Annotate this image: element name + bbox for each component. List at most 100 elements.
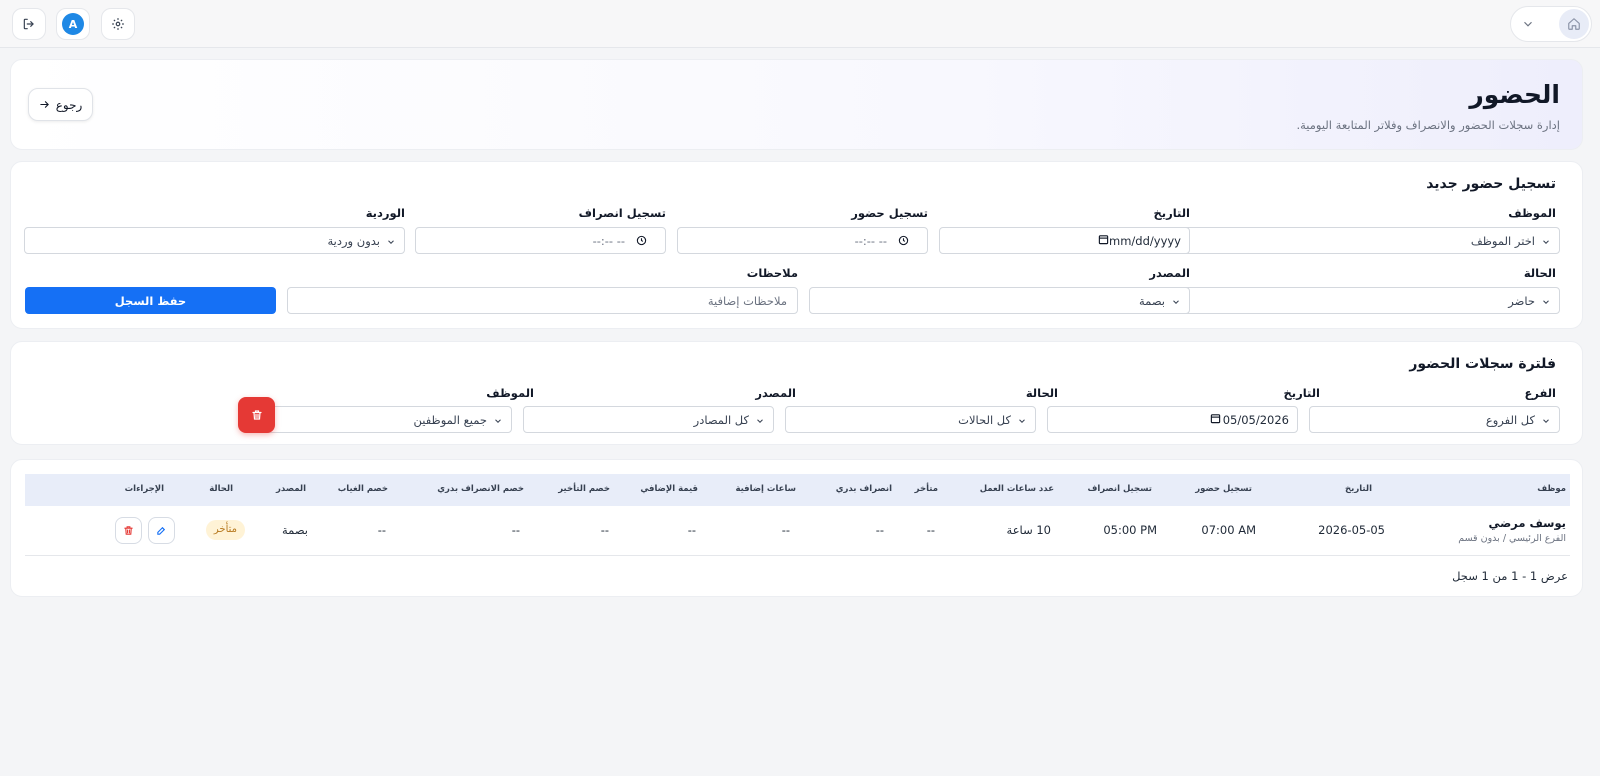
cell-work-hours: 10 ساعة <box>1006 523 1051 537</box>
filters-card: فلترة سجلات الحضور الفرع التاريخ الحالة … <box>10 341 1583 445</box>
edit-icon <box>157 526 166 535</box>
col-check-out: تسجيل انصراف <box>1087 484 1152 494</box>
employee-name: يوسف مرضي <box>1488 516 1566 530</box>
col-source: المصدر <box>276 484 306 494</box>
cell-date: 2026-05-05 <box>1318 523 1385 537</box>
cell-late: -- <box>926 523 935 537</box>
trash-icon <box>124 526 133 535</box>
status-filter-select[interactable]: كل الحالات <box>785 406 1036 433</box>
cell-check-out: 05:00 PM <box>1103 523 1157 537</box>
chevron-down-icon <box>495 419 501 423</box>
check-in-input[interactable]: --:-- -- <box>677 227 928 254</box>
col-date: التاريخ <box>1345 484 1372 494</box>
employee-filter-select[interactable]: جميع الموظفين <box>261 406 512 433</box>
edit-button[interactable] <box>148 517 175 544</box>
cell-overtime-hours: -- <box>781 523 790 537</box>
source-select[interactable]: بصمة <box>809 287 1190 314</box>
col-late-deduction: خصم التأخير <box>558 484 610 494</box>
back-label: رجوع <box>55 97 83 112</box>
arrow-right-icon <box>40 101 49 108</box>
section-title: فلترة سجلات الحضور <box>1409 356 1556 372</box>
table-row: يوسف مرضي الفرع الرئيسي / بدون قسم 2026-… <box>25 506 1570 556</box>
check-out-label: تسجيل انصراف <box>578 206 666 220</box>
col-employee: موظف <box>1537 484 1566 494</box>
clock-icon <box>636 235 647 246</box>
status-label: الحالة <box>1523 266 1556 280</box>
col-overtime-value: قيمة الإضافي <box>640 484 698 494</box>
col-overtime-hours: ساعات إضافية <box>735 484 796 494</box>
logout-icon <box>23 18 34 30</box>
table-header: موظف التاريخ تسجيل حضور تسجيل انصراف عدد… <box>25 474 1570 506</box>
delete-button[interactable] <box>115 517 142 544</box>
settings-button[interactable] <box>101 8 135 40</box>
records-table-card: موظف التاريخ تسجيل حضور تسجيل انصراف عدد… <box>10 459 1583 597</box>
home-icon <box>1568 18 1580 30</box>
branch-filter-label: الفرع <box>1524 386 1556 400</box>
date-filter-input[interactable]: 05/05/2026 <box>1047 406 1298 433</box>
col-work-hours: عدد ساعات العمل <box>979 484 1054 494</box>
cell-early-leave-deduction: -- <box>511 523 520 537</box>
back-button[interactable]: رجوع <box>28 88 93 121</box>
chevron-down-icon <box>1173 300 1179 304</box>
status-select[interactable]: حاضر <box>1179 287 1560 314</box>
logout-button[interactable] <box>12 8 46 40</box>
cell-early-leave: -- <box>875 523 884 537</box>
col-early-leave: انصراف بدري <box>835 484 892 494</box>
shift-select[interactable]: بدون وردية <box>24 227 405 254</box>
clock-icon <box>898 235 909 246</box>
notes-label: ملاحظات <box>746 266 798 280</box>
check-in-label: تسجيل حضور <box>851 206 928 220</box>
chevron-down-icon <box>1543 419 1549 423</box>
date-label: التاريخ <box>1153 206 1191 220</box>
employee-label: الموظف <box>1508 206 1556 220</box>
chevron-down-icon <box>1019 419 1025 423</box>
col-check-in: تسجيل حضور <box>1195 484 1252 494</box>
employee-department: الفرع الرئيسي / بدون قسم <box>1458 533 1566 544</box>
col-status: الحالة <box>209 484 233 494</box>
calendar-icon <box>1098 235 1109 245</box>
pagination-summary: عرض 1 - 1 من 1 سجل <box>1452 569 1568 583</box>
home-button[interactable] <box>1559 9 1589 39</box>
col-late: متأخر <box>914 484 938 494</box>
shift-label: الوردية <box>365 206 405 220</box>
cell-source: بصمة <box>282 523 308 537</box>
page-header: الحضور إدارة سجلات الحضور والانصراف وفلا… <box>10 59 1583 150</box>
col-actions: الإجراءات <box>124 484 164 494</box>
cell-overtime-value: -- <box>687 523 696 537</box>
chevron-down-icon <box>388 240 394 244</box>
chevron-down-icon <box>1543 300 1549 304</box>
top-bar: A <box>0 0 1600 48</box>
calendar-icon <box>1210 414 1221 424</box>
new-record-card: تسجيل حضور جديد الموظف التاريخ تسجيل حضو… <box>10 161 1583 329</box>
col-absence-deduction: خصم الغياب <box>337 484 388 494</box>
branch-filter-select[interactable]: كل الفروع <box>1309 406 1560 433</box>
chevron-down-icon <box>1524 21 1532 27</box>
chevron-down-icon <box>1543 240 1549 244</box>
section-title: تسجيل حضور جديد <box>1426 176 1556 192</box>
check-out-input[interactable]: --:-- -- <box>415 227 666 254</box>
save-button[interactable]: حفظ السجل <box>25 287 276 314</box>
clear-filters-button[interactable] <box>238 397 275 433</box>
cell-late-deduction: -- <box>600 523 609 537</box>
avatar: A <box>62 13 84 35</box>
workspace-switcher[interactable] <box>1510 6 1592 42</box>
source-filter-label: المصدر <box>755 386 796 400</box>
gear-icon <box>112 18 124 30</box>
cell-check-in: 07:00 AM <box>1201 523 1256 537</box>
cell-absence-deduction: -- <box>377 523 386 537</box>
date-input[interactable]: mm/dd/yyyy <box>939 227 1190 254</box>
user-menu-button[interactable]: A <box>56 8 90 40</box>
employee-filter-label: الموظف <box>486 386 534 400</box>
status-filter-label: الحالة <box>1025 386 1058 400</box>
status-badge: متأخر <box>205 520 245 540</box>
page-subtitle: إدارة سجلات الحضور والانصراف وفلاتر المت… <box>1296 118 1560 132</box>
date-filter-label: التاريخ <box>1283 386 1321 400</box>
source-filter-select[interactable]: كل المصادر <box>523 406 774 433</box>
trash-icon <box>251 410 262 420</box>
chevron-down-icon <box>757 419 763 423</box>
source-label: المصدر <box>1149 266 1190 280</box>
employee-select[interactable]: اختر الموظف <box>1179 227 1560 254</box>
page-title: الحضور <box>1469 80 1560 109</box>
notes-input[interactable]: ملاحظات إضافية <box>287 287 798 314</box>
col-early-leave-deduction: خصم الانصراف بدري <box>437 484 524 494</box>
